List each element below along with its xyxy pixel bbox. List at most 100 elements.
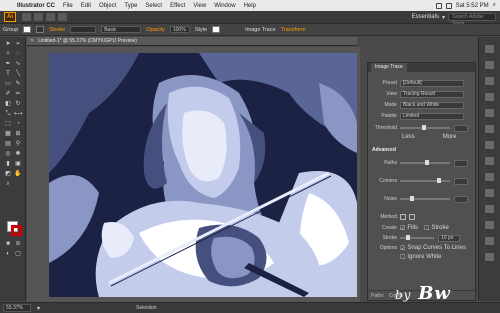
opacity-field[interactable]: 100% (169, 26, 190, 33)
battery-icon[interactable] (445, 2, 452, 9)
menu-object[interactable]: Object (95, 3, 120, 9)
gradient-panel-icon[interactable] (485, 173, 494, 181)
eraser-tool-icon[interactable]: ◧ (4, 101, 12, 108)
mesh-tool-icon[interactable]: ⊞ (14, 131, 22, 138)
color-panel-icon[interactable] (485, 93, 494, 101)
paths-slider[interactable] (400, 160, 450, 165)
threshold-value-field[interactable] (454, 124, 468, 132)
brushes-panel-icon[interactable] (485, 125, 494, 133)
traced-violinist-image[interactable] (49, 53, 357, 297)
paths-knob[interactable] (425, 160, 429, 165)
stroke-width-knob[interactable] (406, 235, 410, 240)
artboard[interactable] (49, 53, 357, 297)
palette-select[interactable]: Limited (400, 112, 464, 120)
symbol-sprayer-tool-icon[interactable]: ✺ (14, 151, 22, 158)
document-tab-title[interactable]: Untitled-1* @ 55.37% (CMYK/GPU Preview) (34, 38, 137, 44)
preset-select[interactable]: [Default] (400, 79, 464, 87)
align-panel-icon[interactable] (485, 237, 494, 245)
stroke-color-swatch[interactable] (36, 26, 45, 33)
noise-value-field[interactable] (454, 195, 468, 203)
pathfinder-panel-icon[interactable] (485, 253, 494, 261)
slice-tool-icon[interactable]: ◩ (4, 171, 12, 178)
rectangle-tool-icon[interactable]: ▭ (4, 81, 12, 88)
stroke-link[interactable]: Stroke (49, 27, 65, 33)
view-select[interactable]: Tracing Result (400, 90, 464, 98)
hand-tool-icon[interactable]: ✋ (14, 171, 22, 178)
none-color-icon[interactable]: ⊘ (14, 241, 22, 248)
magic-wand-tool-icon[interactable]: ✧ (4, 51, 12, 58)
chevron-down-icon[interactable]: ▾ (442, 14, 445, 21)
column-graph-tool-icon[interactable]: ▮ (4, 161, 12, 168)
stroke-panel-icon[interactable] (485, 157, 494, 165)
direct-selection-tool-icon[interactable]: ➢ (14, 41, 22, 48)
ignore-white-checkbox[interactable]: ☐ (400, 254, 405, 261)
brush-definition-field[interactable]: Basic (101, 26, 142, 33)
advanced-toggle[interactable]: Advanced (372, 147, 396, 153)
gradient-tool-icon[interactable]: ▤ (4, 141, 12, 148)
blend-tool-icon[interactable]: ◎ (4, 151, 12, 158)
snap-curves-checkbox[interactable]: ☑ (400, 245, 405, 252)
color-mode-icon[interactable]: ■ (4, 241, 12, 248)
line-tool-icon[interactable]: ╲ (14, 71, 22, 78)
bridge-icon[interactable] (22, 13, 31, 21)
paintbrush-tool-icon[interactable]: ✎ (14, 81, 22, 88)
noise-knob[interactable] (410, 196, 414, 201)
free-transform-tool-icon[interactable]: ⬚ (4, 121, 12, 128)
clock[interactable]: Sat 5:52 PM (456, 3, 489, 9)
rotate-tool-icon[interactable]: ↻ (14, 101, 22, 108)
stock-search-input[interactable]: Search Adobe Stock (448, 13, 496, 27)
draw-mode-icon[interactable]: ◐ (4, 251, 12, 258)
menu-app-name[interactable]: Illustrator CC (13, 3, 59, 9)
canvas-area[interactable] (27, 47, 360, 302)
menu-select[interactable]: Select (141, 3, 166, 9)
spotlight-icon[interactable]: ⌕ (493, 2, 496, 9)
shaper-tool-icon[interactable]: ✐ (4, 91, 12, 98)
arrange-documents-icon[interactable] (46, 13, 55, 21)
stroke-color-icon[interactable] (11, 225, 22, 236)
lasso-tool-icon[interactable]: ◌ (14, 51, 22, 58)
eyedropper-tool-icon[interactable]: ⚲ (14, 141, 22, 148)
menu-edit[interactable]: Edit (77, 3, 95, 9)
method-overlapping-icon[interactable] (409, 214, 415, 220)
fill-color-swatch[interactable] (23, 26, 32, 33)
zoom-level-field[interactable]: 55.37% (3, 304, 31, 312)
type-tool-icon[interactable]: T (4, 71, 12, 78)
noise-slider[interactable] (400, 196, 450, 201)
artboard-tool-icon[interactable]: ▣ (14, 161, 22, 168)
wifi-icon[interactable] (435, 2, 442, 9)
style-swatch[interactable] (212, 26, 221, 33)
corners-knob[interactable] (437, 178, 441, 183)
stroke-width-field[interactable]: 10 px (438, 234, 460, 242)
pencil-tool-icon[interactable]: ✏ (14, 91, 22, 98)
swatches-panel-icon[interactable] (485, 109, 494, 117)
graphic-styles-panel-icon[interactable] (485, 221, 494, 229)
menu-file[interactable]: File (59, 3, 77, 9)
menu-view[interactable]: View (189, 3, 210, 9)
scale-tool-icon[interactable]: ⤡ (4, 111, 12, 118)
opacity-link[interactable]: Opacity (146, 27, 165, 33)
gpu-performance-icon[interactable] (58, 13, 67, 21)
stroke-weight-field[interactable] (70, 26, 97, 33)
corners-slider[interactable] (400, 178, 450, 183)
width-tool-icon[interactable]: ⟷ (14, 111, 23, 118)
transform-link[interactable]: Transform (281, 27, 306, 33)
screen-mode-icon[interactable]: ▢ (14, 251, 22, 258)
panel-tab-image-trace[interactable]: Image Trace (371, 63, 407, 72)
layers-panel-icon[interactable] (485, 61, 494, 69)
pen-tool-icon[interactable]: ✒ (4, 61, 12, 68)
document-tab[interactable]: ✕ Untitled-1* @ 55.37% (CMYK/GPU Preview… (27, 37, 357, 46)
perspective-grid-tool-icon[interactable]: ▦ (4, 131, 12, 138)
menu-type[interactable]: Type (120, 3, 141, 9)
stroke-width-slider[interactable] (400, 235, 434, 240)
fills-checkbox[interactable]: ☑ (400, 225, 405, 232)
mode-select[interactable]: Black and White (400, 101, 464, 109)
menu-effect[interactable]: Effect (166, 3, 189, 9)
shape-builder-tool-icon[interactable]: ◔ (14, 121, 22, 128)
libraries-panel-icon[interactable] (485, 77, 494, 85)
workspace-label[interactable]: Essentials (412, 14, 439, 20)
zoom-tool-icon[interactable]: ⌕ (4, 181, 12, 188)
threshold-slider[interactable] (400, 125, 450, 130)
image-trace-button[interactable]: Image Trace (245, 27, 276, 33)
stroke-checkbox[interactable]: ☐ (424, 225, 429, 232)
symbols-panel-icon[interactable] (485, 141, 494, 149)
